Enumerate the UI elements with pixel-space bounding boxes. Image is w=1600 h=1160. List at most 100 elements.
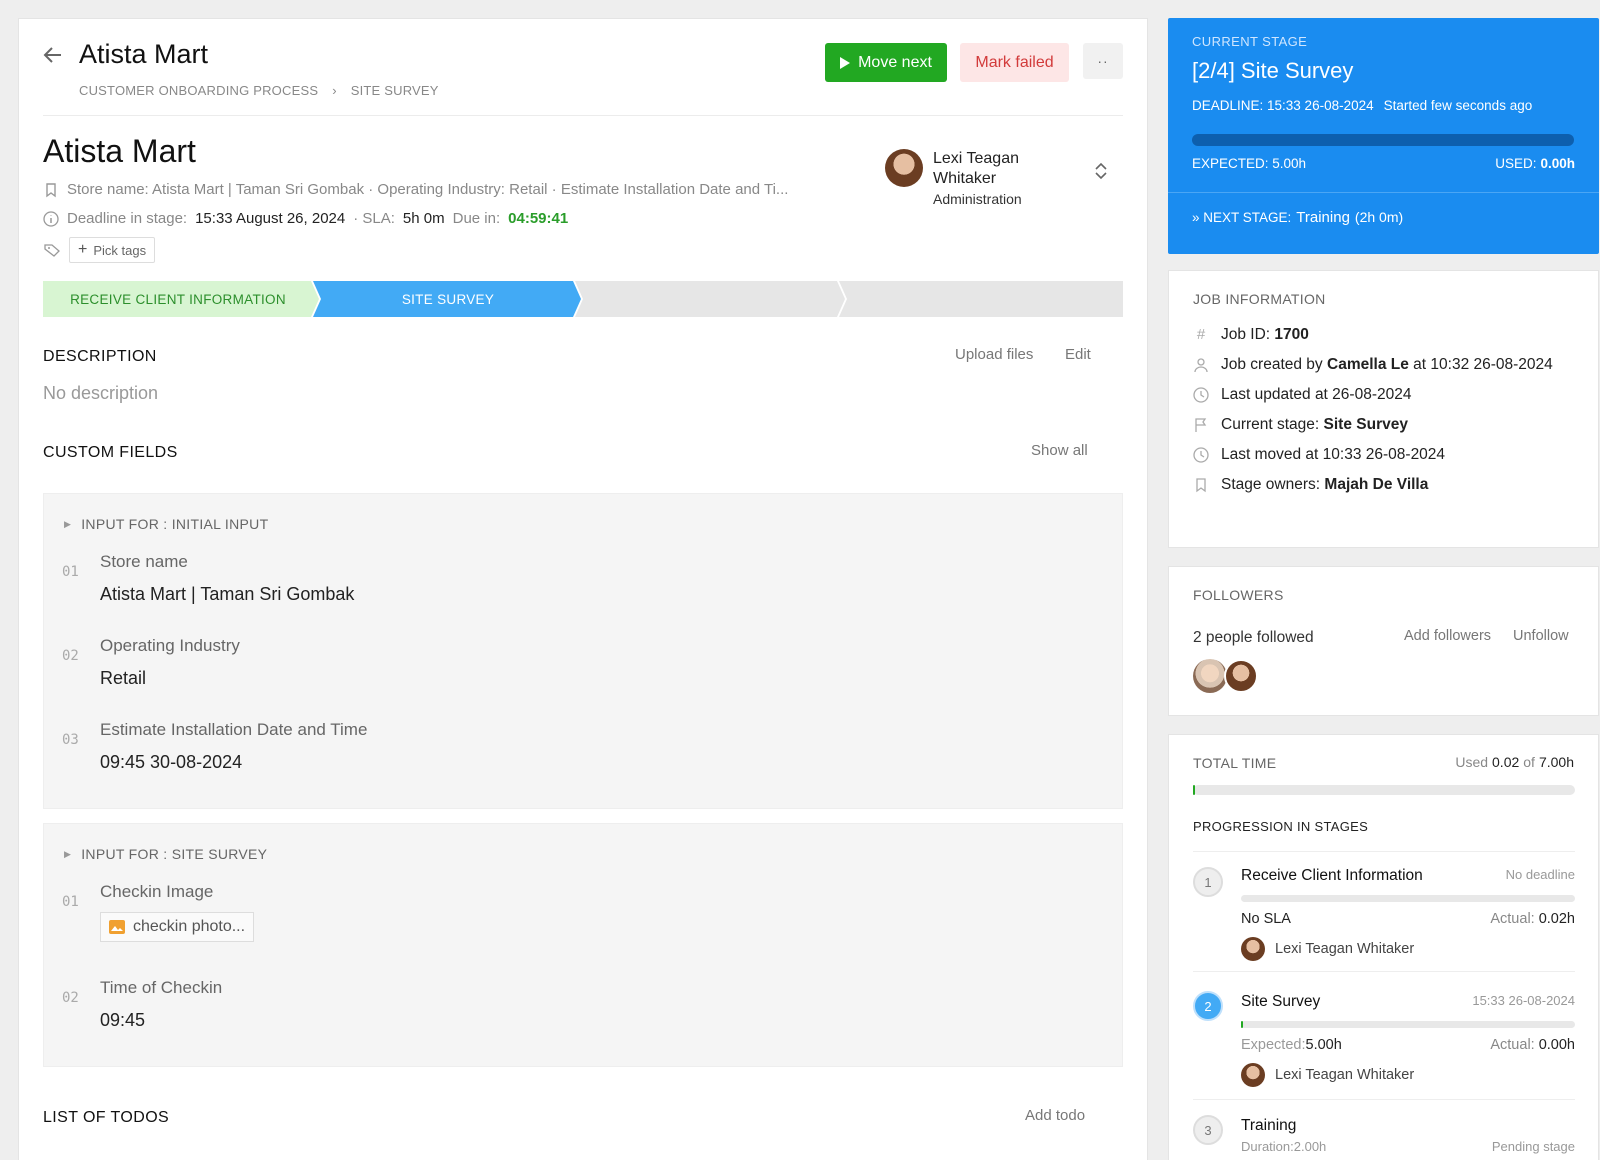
custom-field-group-site-survey: ▶ INPUT FOR : SITE SURVEY 01 Checkin Ima… [43, 823, 1123, 1067]
field-label: Estimate Installation Date and Time [100, 720, 368, 739]
field-label: Store name [100, 552, 188, 571]
last-moved-row: Last moved at 10:33 26-08-2024 [1193, 445, 1579, 465]
unfollow-link[interactable]: Unfollow [1513, 628, 1569, 644]
last-updated-row: Last updated at 26-08-2024 [1193, 385, 1579, 405]
used-amount: 0.02 [1492, 754, 1520, 770]
actual-label: Actual: [1490, 1037, 1535, 1053]
add-todo-link[interactable]: Add todo [1025, 1107, 1085, 1124]
assignee-card[interactable]: Lexi Teagan Whitaker Administration [885, 149, 1053, 207]
created-by: Camella Le [1327, 356, 1409, 373]
step-expected: Expected: 5.00h [1241, 1037, 1342, 1053]
job-summary-row: Store name: Atista Mart | Taman Sri Gomb… [43, 181, 788, 198]
user-icon [1194, 358, 1208, 373]
used-label: USED: [1495, 156, 1537, 171]
avatar[interactable] [1224, 659, 1258, 693]
step-progress-fill [1241, 1021, 1243, 1028]
group-heading-label: INPUT FOR : INITIAL INPUT [81, 516, 269, 532]
description-title: DESCRIPTION [43, 348, 157, 365]
edit-description-link[interactable]: Edit [1065, 346, 1091, 363]
duration-label: Duration: [1241, 1139, 1294, 1154]
stage-4[interactable] [853, 281, 1123, 317]
job-title: Atista Mart [43, 133, 196, 169]
followers-title: FOLLOWERS [1193, 587, 1284, 603]
stage-receive-client-information[interactable]: RECEIVE CLIENT INFORMATION [43, 281, 313, 317]
deadline-label: Deadline in stage: [67, 210, 188, 227]
step-number-badge: 2 [1193, 991, 1223, 1021]
job-id: 1700 [1274, 326, 1309, 343]
bookmark-icon [46, 182, 56, 197]
due-label: Due in: [452, 210, 501, 227]
mark-failed-button[interactable]: Mark failed [960, 43, 1069, 82]
assignee-name: Lexi Teagan Whitaker [933, 150, 1019, 187]
group-heading[interactable]: ▶ INPUT FOR : INITIAL INPUT [64, 516, 268, 532]
breadcrumb-stage[interactable]: SITE SURVEY [351, 83, 439, 98]
last-moved: Last moved at 10:33 26-08-2024 [1221, 446, 1446, 463]
upload-files-link[interactable]: Upload files [955, 346, 1033, 363]
show-all-link[interactable]: Show all [1031, 442, 1088, 459]
followers-card: FOLLOWERS 2 people followed Add follower… [1168, 566, 1599, 716]
stage-site-survey[interactable]: SITE SURVEY [313, 281, 583, 317]
next-stage-name: Training [1296, 209, 1350, 226]
current-stage-caption: CURRENT STAGE [1192, 34, 1308, 49]
actual-value: 0.00h [1538, 1037, 1575, 1053]
checkin-photo-file[interactable]: checkin photo... [100, 912, 255, 942]
progression-divider [1193, 851, 1575, 852]
step-divider [1193, 971, 1575, 972]
step-name: Site Survey [1241, 993, 1321, 1010]
current-stage-started: Started few seconds ago [1383, 98, 1533, 113]
field-value: Atista Mart | Taman Sri Gombak [100, 584, 355, 604]
current-stage-card: CURRENT STAGE [2/4] Site Survey DEADLINE… [1168, 18, 1599, 254]
of-text: of [1523, 754, 1535, 770]
current-stage-used: USED: 0.00h [1495, 156, 1575, 171]
caret-right-icon: ▶ [64, 518, 72, 529]
deadline-row: Deadline in stage: 15:33 August 26, 2024… [43, 210, 568, 227]
bookmark-icon [1196, 478, 1206, 493]
job-id-row: # Job ID: 1700 [1193, 325, 1579, 345]
step-name: Training [1241, 1117, 1297, 1134]
next-stage-duration: (2h 0m) [1354, 209, 1404, 225]
step-owner: Lexi Teagan Whitaker [1241, 1063, 1414, 1087]
step-status: Pending stage [1491, 1139, 1575, 1154]
total-time-progress-track [1193, 785, 1575, 795]
progression-step-1: 1 Receive Client Information No deadline… [1193, 865, 1575, 975]
field-number: 02 [62, 990, 79, 1006]
play-icon [840, 56, 851, 69]
pick-tags-button[interactable]: + Pick tags [69, 237, 156, 263]
caret-right-icon: ▶ [64, 848, 72, 859]
progression-step-3: 3 Training Duration: 2.00h Pending stage [1193, 1109, 1575, 1160]
step-number-badge: 1 [1193, 867, 1223, 897]
current-stage-title: [2/4] Site Survey [1192, 58, 1354, 83]
next-stage-row[interactable]: » NEXT STAGE: Training (2h 0m) [1192, 209, 1403, 226]
step-owner-name: Lexi Teagan Whitaker [1275, 1067, 1415, 1083]
step-name: Receive Client Information [1241, 867, 1423, 884]
created-suffix: at 10:32 26-08-2024 [1413, 356, 1553, 373]
field-value: Retail [100, 668, 147, 688]
group-heading[interactable]: ▶ INPUT FOR : SITE SURVEY [64, 846, 267, 862]
step-owner-name: Lexi Teagan Whitaker [1275, 941, 1415, 957]
expand-collapse-icon[interactable] [1091, 159, 1111, 183]
breadcrumb-chevron-icon: › [332, 83, 337, 98]
more-options-button[interactable]: ·· [1083, 43, 1123, 79]
field-label: Time of Checkin [100, 978, 223, 997]
tag-icon [44, 244, 60, 257]
add-followers-link[interactable]: Add followers [1404, 628, 1491, 644]
step-progress-track [1241, 895, 1575, 902]
move-next-button[interactable]: Move next [825, 43, 947, 82]
sla-label: · SLA: [353, 210, 395, 227]
avatar[interactable] [1193, 659, 1227, 693]
actual-value: 0.02h [1538, 911, 1575, 927]
job-summary: Store name: Atista Mart | Taman Sri Gomb… [67, 181, 789, 198]
field-number: 01 [62, 564, 79, 580]
stage-3[interactable] [583, 281, 853, 317]
breadcrumb-process[interactable]: CUSTOMER ONBOARDING PROCESS [79, 83, 318, 98]
field-number: 03 [62, 732, 79, 748]
expected-value: 5.00h [1305, 1037, 1342, 1053]
back-arrow-icon[interactable] [41, 43, 65, 67]
step-owner: Lexi Teagan Whitaker [1241, 937, 1414, 961]
current-stage-expected: EXPECTED: 5.00h [1192, 156, 1307, 171]
used-value: 0.00h [1540, 156, 1575, 171]
avatar [885, 149, 923, 187]
current-stage-label: Current stage: [1221, 416, 1320, 433]
next-stage-label: » NEXT STAGE: [1192, 210, 1292, 225]
step-sla: No SLA [1241, 911, 1291, 927]
